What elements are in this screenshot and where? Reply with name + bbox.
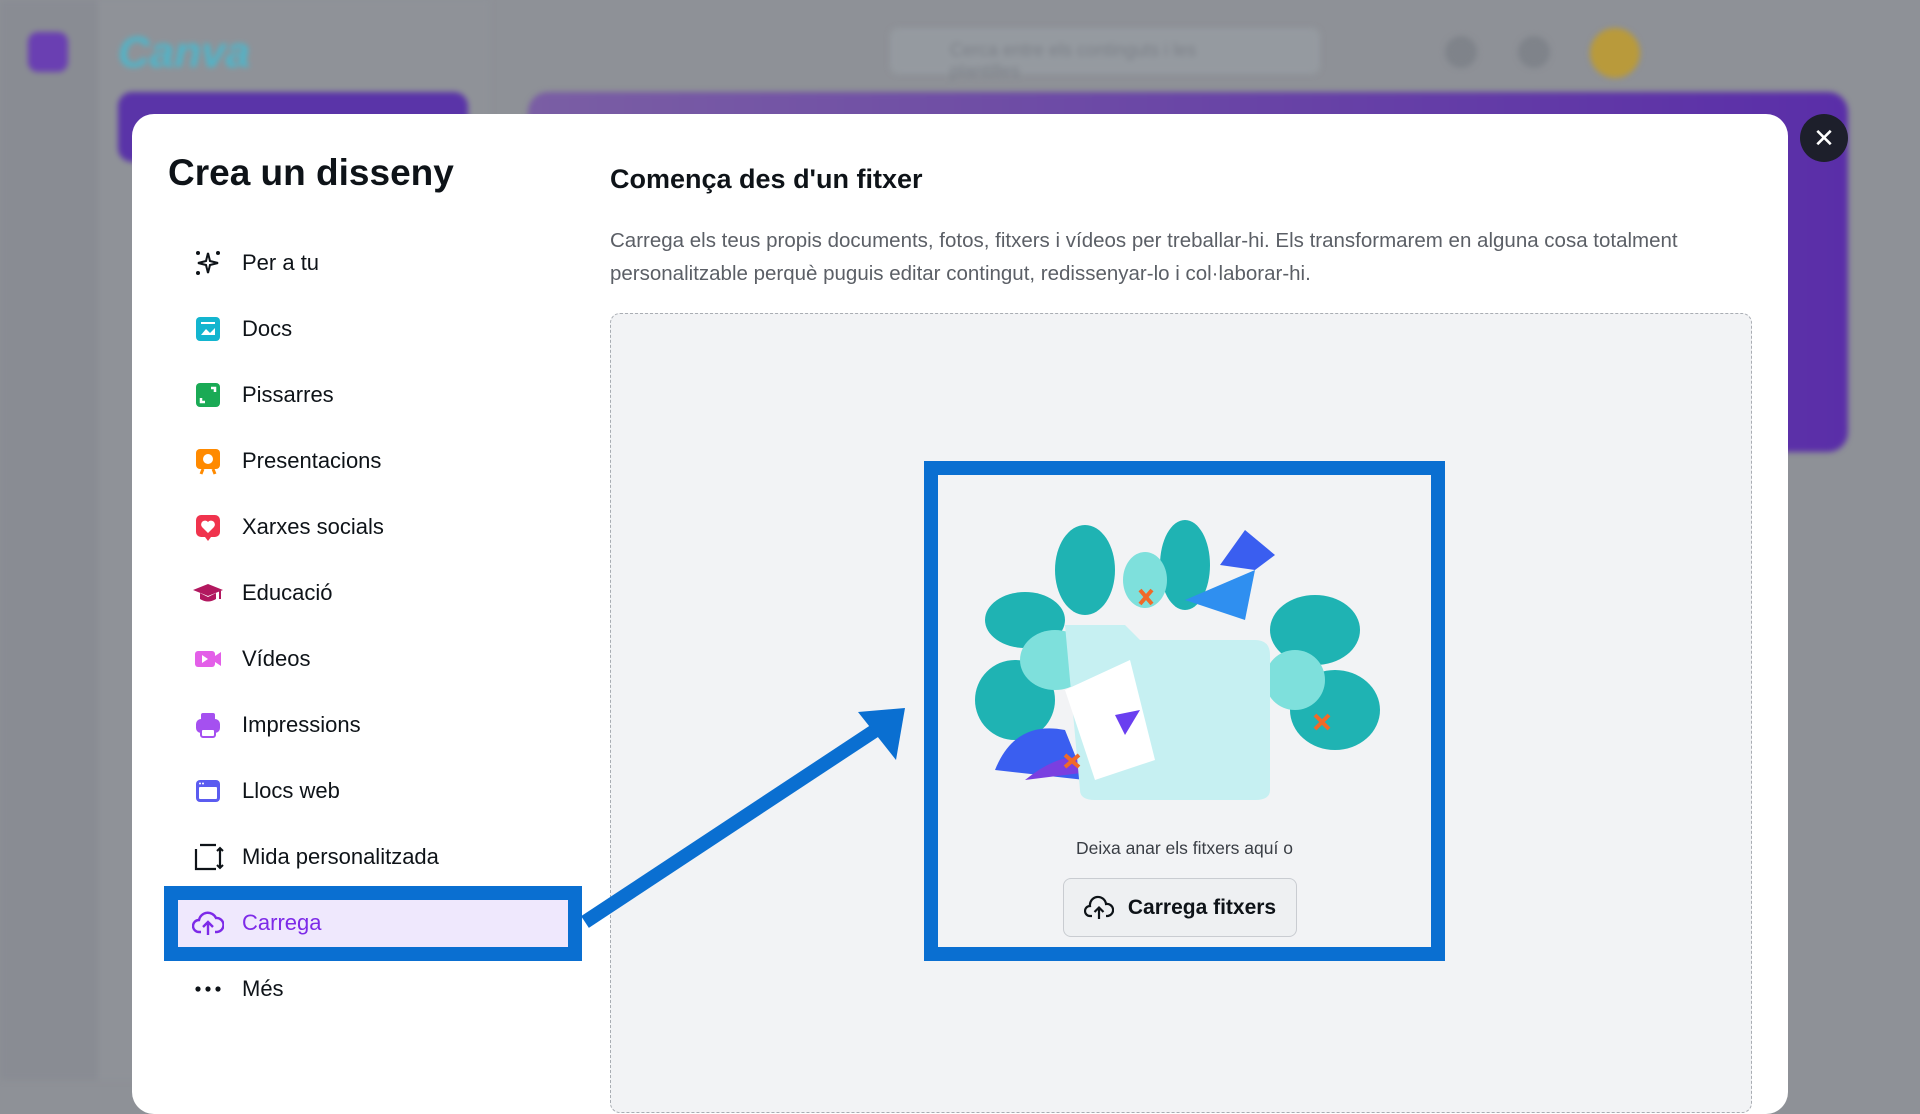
menu-item-docs[interactable]: Docs	[178, 296, 568, 362]
docs-icon	[192, 313, 224, 345]
custom-size-icon	[192, 841, 224, 873]
search-bar: Cerca entre els continguts i les plantil…	[890, 28, 1320, 81]
avatar	[1590, 28, 1640, 78]
menu-item-label: Pissarres	[242, 382, 334, 407]
menu-item-per-a-tu[interactable]: Per a tu	[178, 230, 568, 296]
menu-item-label: Més	[242, 976, 284, 1001]
heart-icon	[192, 511, 224, 543]
annotation-highlight-dropzone	[924, 461, 1445, 961]
bell-icon	[1518, 36, 1550, 68]
menu-item-label: Mida personalitzada	[242, 844, 439, 869]
menu-item-label: Docs	[242, 316, 293, 341]
menu-item-label: Vídeos	[242, 646, 311, 671]
menu-item-label: Impressions	[242, 712, 361, 737]
settings-icon	[1445, 36, 1477, 68]
sparkle-icon	[192, 247, 224, 279]
app-rail	[0, 0, 98, 1080]
menu-item-mida-personalitzada[interactable]: Mida personalitzada	[178, 824, 568, 890]
presentation-icon	[192, 445, 224, 477]
menu-item-pissarres[interactable]: Pissarres	[178, 362, 568, 428]
menu-item-llocs-web[interactable]: Llocs web	[178, 758, 568, 824]
menu-item-presentacions[interactable]: Presentacions	[178, 428, 568, 494]
whiteboard-icon	[192, 379, 224, 411]
menu-item-label: Llocs web	[242, 778, 340, 803]
menu-item-educacio[interactable]: Educació	[178, 560, 568, 626]
menu-item-label: Presentacions	[242, 448, 382, 473]
modal-title: Crea un disseny	[168, 152, 454, 193]
annotation-highlight-upload	[164, 886, 582, 961]
menu-item-mes[interactable]: Més	[178, 956, 568, 1022]
website-icon	[192, 775, 224, 807]
video-icon	[192, 643, 224, 675]
menu-item-xarxes-socials[interactable]: Xarxes socials	[178, 494, 568, 560]
content-description: Carrega els teus propis documents, fotos…	[610, 229, 1678, 285]
home-icon	[28, 32, 68, 72]
canva-logo: Canva	[118, 28, 251, 77]
menu-item-impressions[interactable]: Impressions	[178, 692, 568, 758]
content-heading: Comença des d'un fitxer	[610, 164, 923, 194]
menu-item-label: Educació	[242, 580, 333, 605]
more-icon	[192, 973, 224, 1005]
menu-item-videos[interactable]: Vídeos	[178, 626, 568, 692]
close-icon[interactable]: ✕	[1800, 114, 1848, 162]
graduation-cap-icon	[192, 577, 224, 609]
menu-item-label: Xarxes socials	[242, 514, 384, 539]
menu-item-label: Per a tu	[242, 250, 320, 275]
printer-icon	[192, 709, 224, 741]
